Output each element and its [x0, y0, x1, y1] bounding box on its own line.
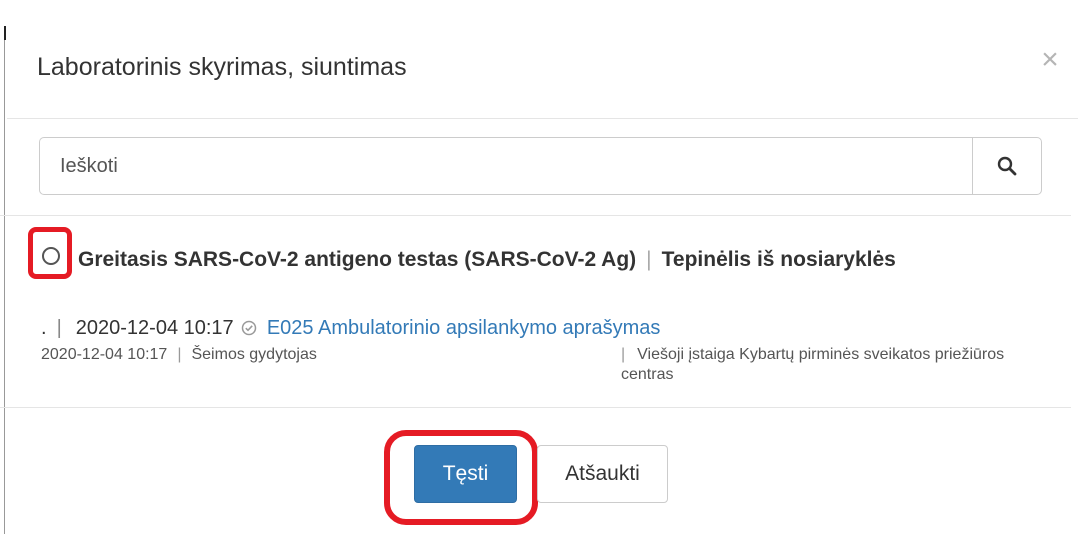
- detail-institution: Viešoji įstaiga Kybartų pirminės sveikat…: [621, 346, 1005, 383]
- close-icon[interactable]: ×: [1030, 40, 1070, 80]
- detail-role: Šeimos gydytojas: [191, 346, 317, 363]
- search-button[interactable]: [972, 137, 1042, 195]
- search-group: [39, 137, 1042, 195]
- edge-tick: [4, 26, 6, 40]
- search-input[interactable]: [39, 137, 972, 195]
- test-name: Greitasis SARS-CoV-2 antigeno testas (SA…: [78, 248, 637, 271]
- list-item-details: | Viešoji įstaiga Kybartų pirminės sveika…: [41, 345, 1051, 385]
- meta-prefix: .: [41, 317, 47, 339]
- detail-datetime-wrap: 2020-12-04 10:17 | Šeimos gydytojas: [41, 345, 317, 365]
- modal-header: Laboratorinis skyrimas, siuntimas ×: [7, 0, 1078, 119]
- check-circle-icon: [242, 320, 257, 336]
- detail-datetime: 2020-12-04 10:17: [41, 346, 168, 363]
- title-separator: |: [646, 248, 652, 271]
- meta-datetime: 2020-12-04 10:17: [75, 317, 234, 339]
- document-link[interactable]: E025 Ambulatorinio apsilankymo aprašymas: [267, 317, 661, 339]
- cancel-button[interactable]: Atšaukti: [537, 445, 668, 503]
- detail-separator: |: [177, 346, 182, 363]
- detail-institution-wrap: | Viešoji įstaiga Kybartų pirminės sveika…: [621, 345, 1051, 385]
- meta-separator: |: [56, 317, 62, 339]
- continue-button[interactable]: Tęsti: [414, 445, 517, 503]
- list-item-title: Greitasis SARS-CoV-2 antigeno testas (SA…: [41, 242, 1041, 278]
- search-icon: [997, 156, 1017, 176]
- list-item-meta: . | 2020-12-04 10:17 E025 Ambulatorinio ap…: [41, 316, 660, 340]
- modal-title: Laboratorinis skyrimas, siuntimas: [37, 53, 407, 81]
- specimen-name: Tepinėlis iš nosiaryklės: [661, 248, 896, 271]
- detail-separator: |: [621, 346, 626, 363]
